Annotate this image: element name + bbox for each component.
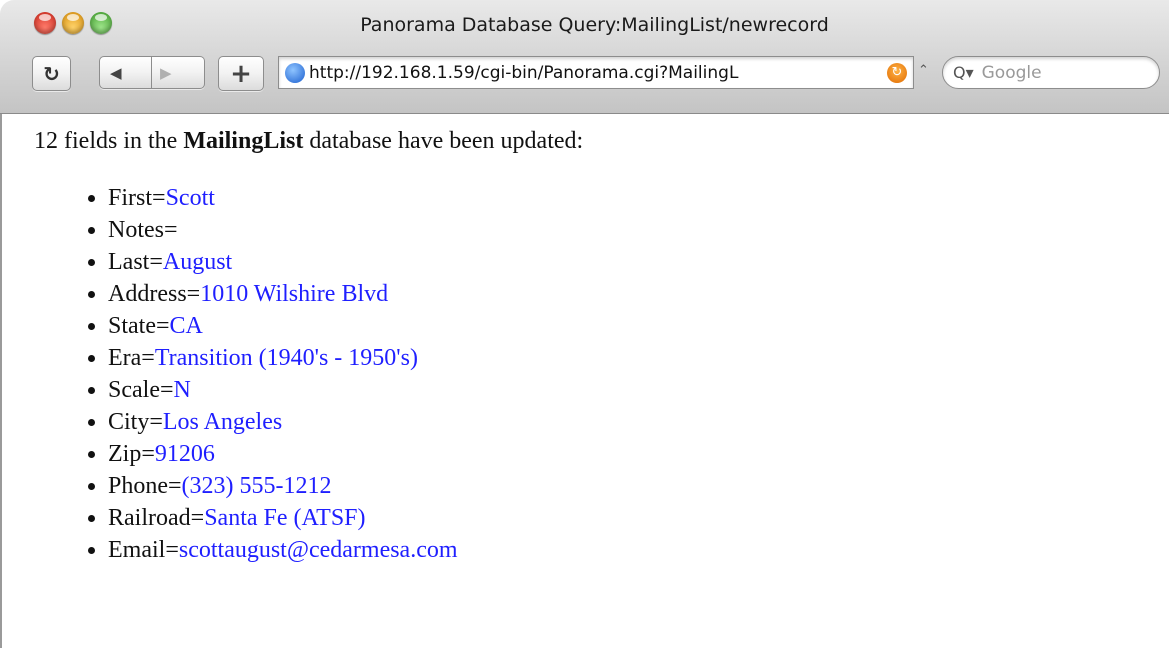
globe-icon (285, 62, 305, 83)
forward-button[interactable]: ▶ (152, 56, 205, 89)
address-bar[interactable]: http://192.168.1.59/cgi-bin/Panorama.cgi… (278, 56, 914, 89)
snapback-icon[interactable]: ↻ (887, 62, 907, 83)
field-name: Address= (108, 281, 201, 307)
add-bookmark-button[interactable]: + (218, 56, 264, 91)
field-value: N (173, 377, 191, 403)
field-name: City= (108, 409, 163, 435)
address-bar-url[interactable]: http://192.168.1.59/cgi-bin/Panorama.cgi… (309, 63, 887, 83)
summary-prefix: 12 fields in the (34, 128, 184, 154)
list-item: Address=1010 Wilshire Blvd (108, 278, 458, 310)
search-input[interactable] (981, 62, 1132, 83)
list-item: First=Scott (108, 182, 458, 214)
back-arrow-icon: ◀ (110, 63, 122, 82)
list-item: City=Los Angeles (108, 406, 458, 438)
search-icon[interactable]: Q▾ (953, 63, 974, 82)
field-value: CA (169, 313, 203, 339)
list-item: Zip=91206 (108, 438, 458, 470)
list-item: Email=scottaugust@cedarmesa.com (108, 534, 458, 566)
field-value: Transition (1940's - 1950's) (154, 345, 418, 371)
list-item: State=CA (108, 310, 458, 342)
summary-suffix: database have been updated: (303, 128, 584, 154)
list-item: Notes= (108, 214, 458, 246)
page-content: 12 fields in the MailingList database ha… (0, 114, 1169, 648)
field-name: Notes= (108, 217, 178, 243)
list-item: Era=Transition (1940's - 1950's) (108, 342, 458, 374)
field-value: scottaugust@cedarmesa.com (178, 537, 458, 563)
field-value: 1010 Wilshire Blvd (200, 281, 389, 307)
search-field[interactable]: Q▾ (942, 56, 1160, 89)
list-item: Last=August (108, 246, 458, 278)
back-button[interactable]: ◀ (99, 56, 152, 89)
field-value: August (162, 249, 233, 275)
reload-button[interactable]: ↻ (32, 56, 71, 91)
window-toolbar: Panorama Database Query:MailingList/newr… (0, 0, 1169, 114)
field-name: Phone= (108, 473, 182, 499)
updated-fields-list: First=ScottNotes=Last=AugustAddress=1010… (74, 182, 458, 566)
field-value: (323) 555-1212 (181, 473, 332, 499)
field-name: First= (108, 185, 166, 211)
field-name: Railroad= (108, 505, 205, 531)
browser-window: Panorama Database Query:MailingList/newr… (0, 0, 1169, 648)
field-value: 91206 (154, 441, 215, 467)
field-name: Email= (108, 537, 179, 563)
field-resize-icon[interactable]: ⌃ (918, 63, 929, 78)
forward-arrow-icon: ▶ (160, 63, 172, 82)
field-name: Era= (108, 345, 155, 371)
field-name: Scale= (108, 377, 174, 403)
field-value: Scott (165, 185, 215, 211)
update-summary: 12 fields in the MailingList database ha… (34, 128, 583, 155)
list-item: Phone=(323) 555-1212 (108, 470, 458, 502)
plus-icon: + (230, 58, 252, 89)
field-value: Los Angeles (162, 409, 283, 435)
field-name: Zip= (108, 441, 155, 467)
list-item: Scale=N (108, 374, 458, 406)
field-value: Santa Fe (ATSF) (204, 505, 366, 531)
list-item: Railroad=Santa Fe (ATSF) (108, 502, 458, 534)
field-name: State= (108, 313, 170, 339)
field-name: Last= (108, 249, 163, 275)
window-title: Panorama Database Query:MailingList/newr… (360, 14, 829, 36)
database-name: MailingList (183, 128, 304, 154)
reload-icon: ↻ (43, 61, 60, 86)
